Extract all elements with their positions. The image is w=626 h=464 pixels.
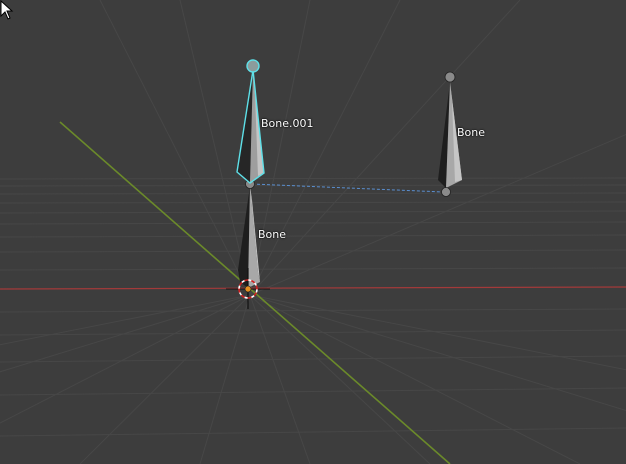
bone-selected[interactable]: [236, 59, 265, 184]
mouse-pointer-icon: [0, 0, 14, 20]
viewport-canvas: [0, 0, 626, 464]
bone-other-tail[interactable]: [444, 71, 456, 83]
bone-parent[interactable]: [238, 179, 260, 289]
bone-label-other: Bone: [457, 126, 486, 139]
bone-label-selected: Bone.001: [261, 117, 314, 130]
floor-grid: [0, 0, 626, 464]
bone-selected-tail[interactable]: [246, 59, 260, 73]
x-axis-line: [0, 286, 626, 290]
3d-viewport[interactable]: Bone.001 Bone Bone: [0, 0, 626, 464]
bone-label-parent: Bone: [258, 228, 287, 241]
bone-other-head[interactable]: [441, 187, 451, 197]
